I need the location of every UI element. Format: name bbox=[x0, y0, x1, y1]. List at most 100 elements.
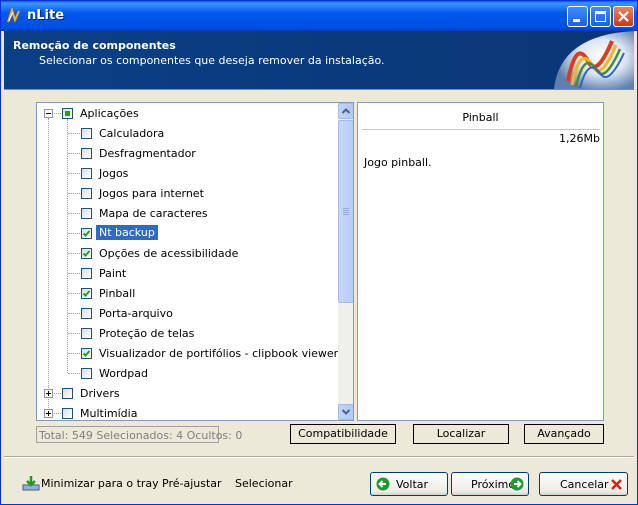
tree-item[interactable]: Opções de acessibilidade bbox=[37, 244, 335, 264]
tree-connector bbox=[68, 273, 80, 274]
title-bar[interactable]: nLite bbox=[1, 1, 637, 31]
tree-label: Jogos bbox=[99, 167, 129, 180]
tree-item[interactable]: Pinball bbox=[37, 284, 335, 304]
tree-checkbox[interactable] bbox=[81, 368, 92, 379]
tray-download-icon[interactable] bbox=[22, 475, 40, 491]
tree-checkbox[interactable] bbox=[62, 108, 73, 119]
preset-button[interactable]: Pré-ajustar bbox=[162, 477, 222, 490]
tree-label: Visualizador de portifólios - clipbook v… bbox=[99, 347, 339, 360]
component-info-panel: Pinball 1,26Mb Jogo pinball. bbox=[357, 102, 604, 421]
tree-group-aplicacoes[interactable]: Aplicações bbox=[37, 104, 335, 124]
header-divider bbox=[4, 89, 634, 90]
tree-connector bbox=[68, 133, 80, 134]
tree-item[interactable]: Wordpad bbox=[37, 364, 335, 384]
maximize-button[interactable] bbox=[590, 6, 611, 27]
expand-icon[interactable] bbox=[44, 389, 53, 398]
tree-item[interactable]: Jogos para internet bbox=[37, 184, 335, 204]
checkmark-icon bbox=[82, 250, 91, 257]
app-window: nLite Remoção de componentes Selecionar … bbox=[0, 0, 638, 505]
tree-checkbox[interactable] bbox=[81, 188, 92, 199]
tree-checkbox[interactable] bbox=[81, 308, 92, 319]
arrow-left-icon bbox=[376, 477, 390, 491]
close-button[interactable] bbox=[613, 6, 634, 27]
collapse-icon[interactable] bbox=[44, 109, 53, 118]
tree-label: Proteção de telas bbox=[99, 327, 195, 340]
tree-connector bbox=[68, 253, 80, 254]
checkmark-icon bbox=[82, 290, 91, 297]
minimize-to-tray-button[interactable]: Minimizar para o tray bbox=[41, 477, 159, 490]
chevron-down-icon bbox=[341, 409, 351, 415]
arrow-right-icon bbox=[510, 477, 524, 491]
tree-connector bbox=[68, 313, 80, 314]
tree-item[interactable]: Proteção de telas bbox=[37, 324, 335, 344]
tree-connector bbox=[68, 153, 80, 154]
scroll-up-button[interactable] bbox=[338, 103, 353, 119]
components-tree[interactable]: Aplicações Calculadora Desfragmentador Jog… bbox=[36, 102, 354, 421]
next-label: Próximo bbox=[471, 478, 516, 491]
tree-checkbox[interactable] bbox=[81, 228, 92, 239]
tree-connector bbox=[68, 353, 80, 354]
tree-connector bbox=[54, 393, 61, 394]
tree-checkbox[interactable] bbox=[81, 128, 92, 139]
tree-label: Wordpad bbox=[99, 367, 148, 380]
tree-item[interactable]: Paint bbox=[37, 264, 335, 284]
back-label: Voltar bbox=[396, 478, 429, 491]
tree-checkbox[interactable] bbox=[81, 328, 92, 339]
tree-label: Pinball bbox=[99, 287, 136, 300]
tree-checkbox[interactable] bbox=[81, 348, 92, 359]
tree-label: Mapa de caracteres bbox=[99, 207, 208, 220]
minimize-button[interactable] bbox=[567, 6, 588, 27]
page-subtitle: Selecionar os componentes que deseja rem… bbox=[39, 54, 385, 67]
tree-scrollbar[interactable] bbox=[338, 103, 353, 420]
compatibility-button[interactable]: Compatibilidade bbox=[290, 424, 396, 444]
tree-checkbox[interactable] bbox=[62, 388, 73, 399]
tree-checkbox[interactable] bbox=[81, 248, 92, 259]
tree-connector bbox=[54, 113, 61, 114]
scroll-thumb[interactable] bbox=[338, 120, 353, 303]
tree-item[interactable]: Nt backup bbox=[37, 224, 335, 244]
tree-item[interactable]: Calculadora bbox=[37, 124, 335, 144]
tree-connector bbox=[68, 213, 80, 214]
page-title: Remoção de componentes bbox=[13, 39, 176, 52]
tree-group-multimidia[interactable]: Multimídia bbox=[37, 404, 335, 420]
checkmark-icon bbox=[82, 350, 91, 357]
wizard-header: Remoção de componentes Selecionar os com… bbox=[4, 31, 634, 89]
tree-checkbox[interactable] bbox=[81, 208, 92, 219]
tree-group-drivers[interactable]: Drivers bbox=[37, 384, 335, 404]
next-button[interactable]: Próximo bbox=[451, 472, 529, 496]
nlite-app-icon bbox=[7, 8, 20, 23]
tree-connector bbox=[68, 373, 80, 374]
tree-label: Paint bbox=[99, 267, 127, 280]
tree-connector bbox=[68, 173, 80, 174]
tree-connector bbox=[68, 233, 80, 234]
tree-checkbox[interactable] bbox=[62, 408, 73, 419]
tree-label: Opções de acessibilidade bbox=[99, 247, 239, 260]
tree-checkbox[interactable] bbox=[81, 148, 92, 159]
tree-item[interactable]: Porta-arquivo bbox=[37, 304, 335, 324]
expand-icon[interactable] bbox=[44, 409, 53, 418]
select-button[interactable]: Selecionar bbox=[235, 477, 293, 490]
find-button[interactable]: Localizar bbox=[413, 424, 509, 444]
tree-connector bbox=[68, 193, 80, 194]
scroll-down-button[interactable] bbox=[338, 404, 353, 420]
tree-checkbox[interactable] bbox=[81, 268, 92, 279]
info-title: Pinball bbox=[462, 111, 499, 124]
cancel-button[interactable]: Cancelar bbox=[539, 472, 628, 496]
window-title: nLite bbox=[27, 8, 65, 23]
tree-item[interactable]: Visualizador de portifólios - clipbook v… bbox=[37, 344, 339, 364]
tree-checkbox[interactable] bbox=[81, 168, 92, 179]
cancel-label: Cancelar bbox=[560, 478, 609, 491]
tree-label: Multimídia bbox=[80, 407, 138, 420]
footer-divider-highlight bbox=[4, 457, 634, 458]
tree-checkbox[interactable] bbox=[81, 288, 92, 299]
checkmark-icon bbox=[82, 230, 91, 237]
back-button[interactable]: Voltar bbox=[370, 472, 448, 496]
advanced-button[interactable]: Avançado bbox=[524, 424, 604, 444]
tree-item[interactable]: Jogos bbox=[37, 164, 335, 184]
tree-label: Porta-arquivo bbox=[99, 307, 173, 320]
tree-item[interactable]: Desfragmentador bbox=[37, 144, 335, 164]
grip-icon bbox=[343, 208, 349, 215]
tree-connector bbox=[54, 413, 61, 414]
tree-item[interactable]: Mapa de caracteres bbox=[37, 204, 335, 224]
nlite-logo-icon bbox=[554, 31, 634, 89]
